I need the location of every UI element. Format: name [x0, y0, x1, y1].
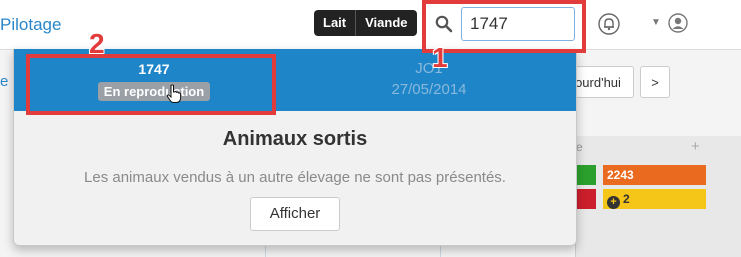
production-toggle: Lait Viande — [314, 10, 417, 36]
app-page: Pilotage Lait Viande ▼ e ourd'hui > e + — [0, 0, 741, 257]
bell-icon[interactable] — [598, 13, 620, 35]
calendar-divider — [265, 245, 266, 257]
callout-number-2: 2 — [89, 28, 105, 59]
section-title: Animaux sortis — [222, 128, 368, 150]
add-icon[interactable]: + — [691, 138, 700, 155]
section-description: Les animaux vendus à un autre élevage ne… — [84, 169, 506, 186]
search-result-item[interactable]: JO1 27/05/2014 — [304, 49, 554, 111]
callout-box-result — [26, 54, 276, 115]
event-tag[interactable]: 2243 — [603, 165, 706, 185]
next-button[interactable]: > — [640, 66, 670, 98]
toggle-lait-button[interactable]: Lait — [314, 10, 356, 36]
event-tag[interactable] — [575, 165, 596, 185]
background-link-fragment[interactable]: e — [0, 73, 8, 90]
nav-pilotage-link[interactable]: Pilotage — [0, 15, 61, 35]
calendar-divider — [440, 245, 441, 257]
result-date: 27/05/2014 — [391, 81, 467, 98]
plus-circle-icon: + — [607, 196, 620, 209]
callout-number-1: 1 — [432, 42, 448, 73]
event-tag[interactable]: +2 — [603, 189, 706, 209]
caret-down-icon[interactable]: ▼ — [651, 17, 661, 28]
event-tag[interactable] — [575, 189, 596, 209]
top-bar: Pilotage Lait Viande ▼ — [0, 0, 741, 50]
user-icon[interactable] — [668, 13, 688, 33]
event-tag-count: 2 — [623, 192, 630, 206]
result-title: JO1 — [415, 60, 443, 77]
show-button[interactable]: Afficher — [250, 197, 340, 231]
toggle-viande-button[interactable]: Viande — [355, 10, 417, 36]
panel-header-fragment: e — [576, 140, 583, 154]
